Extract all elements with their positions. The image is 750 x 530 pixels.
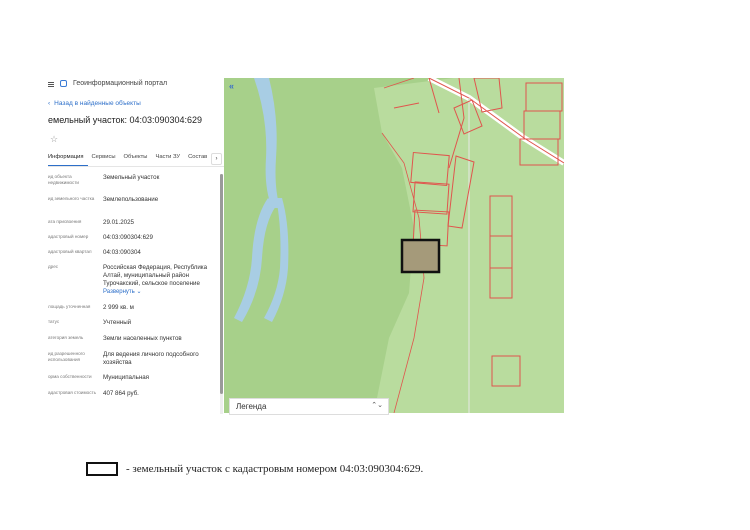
attribute-row: ид объекта недвижимости Земельный участо… bbox=[48, 174, 218, 186]
attribute-value: Для ведения личного подсобного хозяйства bbox=[103, 351, 199, 366]
portal-logo-icon bbox=[60, 80, 67, 87]
attribute-row: орма собственности Муниципальная bbox=[48, 374, 218, 382]
attribute-row: адастровая стоимость 407 864 руб. bbox=[48, 390, 218, 398]
attribute-row: татус Учтенный bbox=[48, 319, 218, 327]
attribute-label: атегория земель bbox=[48, 335, 84, 340]
attribute-label: адастровый номер bbox=[48, 234, 89, 239]
attribute-row: ид разрешенного использования Для ведени… bbox=[48, 351, 218, 367]
menu-icon[interactable] bbox=[48, 81, 54, 87]
page-title: емельный участок: 04:03:090304:629 bbox=[48, 115, 203, 125]
parcel-outline-symbol bbox=[86, 462, 118, 476]
attribute-row: атегория земель Земли населенных пунктов bbox=[48, 335, 218, 343]
tab-information[interactable]: Информация bbox=[48, 152, 88, 166]
legend-caption: - земельный участок с кадастровым номеро… bbox=[86, 462, 423, 476]
attribute-label: ид земельного частка bbox=[48, 196, 95, 201]
back-link-label: Назад в найденные объекты bbox=[54, 100, 141, 107]
attribute-label: ата присвоения bbox=[48, 219, 82, 224]
attribute-row: адастровый квартал 04:03:090304 bbox=[48, 249, 218, 257]
attribute-row: лощадь уточненная 2 999 кв. м bbox=[48, 304, 218, 312]
tabs-scroll-right-icon[interactable]: › bbox=[211, 153, 222, 165]
tab-objects[interactable]: Объекты bbox=[124, 152, 152, 166]
collapse-panel-icon[interactable]: « bbox=[229, 81, 234, 91]
map-canvas[interactable] bbox=[224, 78, 564, 413]
tab-parts[interactable]: Части ЗУ bbox=[155, 152, 184, 166]
scrollbar-thumb[interactable] bbox=[220, 174, 223, 394]
attribute-label: ид разрешенного использования bbox=[48, 351, 85, 362]
attribute-row: адастровый номер 04:03:090304:629 bbox=[48, 234, 218, 242]
map-view[interactable] bbox=[224, 78, 564, 413]
legend-dropdown[interactable]: Легенда ⌃⌄ bbox=[229, 398, 389, 415]
chevron-left-icon: ‹ bbox=[48, 100, 51, 107]
attribute-value: 04:03:090304:629 bbox=[103, 234, 153, 241]
tab-services[interactable]: Сервисы bbox=[92, 152, 120, 166]
attribute-value: 2 999 кв. м bbox=[103, 304, 134, 311]
attribute-value: Землепользование bbox=[103, 196, 159, 203]
attribute-row: ид земельного частка Землепользование bbox=[48, 196, 218, 204]
caption-text: - земельный участок с кадастровым номеро… bbox=[126, 463, 424, 475]
attribute-label: лощадь уточненная bbox=[48, 304, 91, 309]
back-link[interactable]: ‹ Назад в найденные объекты bbox=[48, 100, 141, 107]
attribute-value: Земли населенных пунктов bbox=[103, 335, 182, 342]
tab-composition[interactable]: Состав bbox=[188, 152, 211, 166]
panel-scrollbar[interactable] bbox=[220, 174, 223, 414]
attribute-value: 04:03:090304 bbox=[103, 249, 141, 256]
selected-parcel[interactable] bbox=[400, 238, 441, 274]
attribute-label: адастровый квартал bbox=[48, 249, 92, 254]
attribute-value: 29.01.2025 bbox=[103, 219, 134, 226]
portal-title: Геоинформационный портал bbox=[73, 80, 168, 87]
attribute-label: адастровая стоимость bbox=[48, 390, 96, 395]
attribute-label: дрес bbox=[48, 264, 59, 269]
legend-label: Легенда bbox=[236, 402, 267, 411]
expand-address-link[interactable]: Развернуть ⌄ bbox=[103, 289, 142, 295]
attribute-row: дрес Российская Федерация, Республика Ал… bbox=[48, 264, 218, 296]
attribute-value: 407 864 руб. bbox=[103, 390, 139, 397]
attribute-value: Учтенный bbox=[103, 319, 132, 326]
info-panel: Геоинформационный портал ‹ Назад в найде… bbox=[42, 76, 224, 414]
portal-header: Геоинформационный портал bbox=[48, 80, 167, 87]
attribute-label: орма собственности bbox=[48, 374, 92, 379]
attribute-label: ид объекта недвижимости bbox=[48, 174, 79, 185]
favorite-star-icon[interactable]: ☆ bbox=[50, 134, 58, 145]
legend-toggle-icon[interactable]: ⌃⌄ bbox=[371, 401, 383, 409]
attribute-label: татус bbox=[48, 319, 60, 324]
tab-bar: Информация Сервисы Объекты Части ЗУ Сост… bbox=[48, 152, 224, 167]
attribute-value: Российская Федерация, Республика Алтай, … bbox=[103, 264, 213, 296]
attribute-value: Земельный участок bbox=[103, 174, 160, 181]
attribute-value: Муниципальная bbox=[103, 374, 150, 381]
attribute-row: ата присвоения 29.01.2025 bbox=[48, 219, 218, 227]
address-text: Российская Федерация, Республика Алтай, … bbox=[103, 264, 208, 287]
